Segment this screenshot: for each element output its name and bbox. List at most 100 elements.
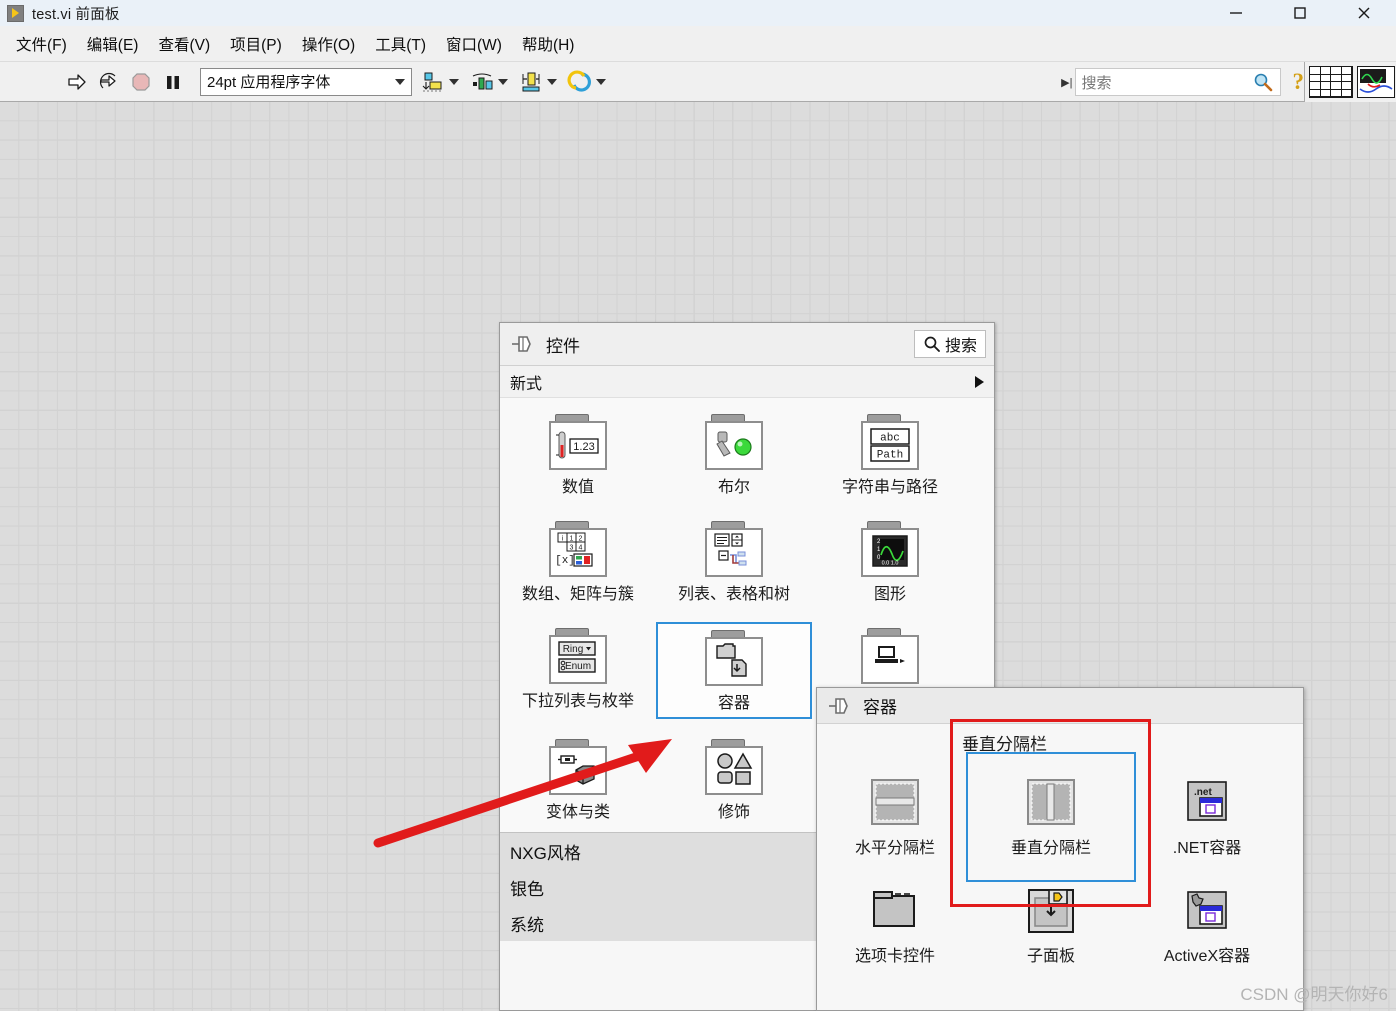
palette-item-numeric[interactable]: 1.23 数值 [500, 408, 656, 501]
subpanel-icon [1028, 889, 1074, 933]
ring-enum-folder-icon: Ring Enum [549, 628, 607, 684]
subpalette-row: 水平分隔栏 垂直分隔栏 .net .NET容器 [817, 768, 1303, 862]
horizontal-splitter-icon [871, 779, 919, 825]
palette-item-label: 布尔 [717, 479, 750, 496]
palette-item-label: 修饰 [717, 804, 750, 821]
chevron-down-icon [498, 78, 508, 85]
vertical-splitter-icon [1027, 779, 1075, 825]
palette-row: 1.23 数值 布尔 abc Path 字符串与路径 [500, 408, 994, 501]
svg-text:1: 1 [570, 536, 574, 543]
palette-item-label: 容器 [717, 695, 750, 712]
menu-view[interactable]: 查看(V) [148, 29, 220, 59]
help-question-icon[interactable]: ? [1293, 69, 1305, 95]
align-objects-button[interactable] [418, 67, 461, 97]
palette-title: 控件 [546, 336, 580, 356]
run-continuously-icon[interactable] [94, 67, 124, 97]
palette-item-decorations[interactable]: 修饰 [656, 733, 812, 826]
subpalette-item-horizontal-splitter[interactable]: 水平分隔栏 [817, 768, 973, 862]
minimize-icon[interactable] [1204, 0, 1268, 26]
window-controls [1204, 0, 1396, 26]
menu-tools[interactable]: 工具(T) [365, 29, 436, 59]
string-path-folder-icon: abc Path [861, 414, 919, 470]
title-bar: test.vi 前面板 [0, 0, 1396, 26]
variant-class-folder-icon [549, 739, 607, 795]
connector-pane-area [1304, 62, 1396, 102]
palette-item-label: 字符串与路径 [841, 479, 938, 496]
palette-item-label: 数值 [561, 479, 594, 496]
chevron-down-icon [596, 78, 606, 85]
subpalette-item-label: 子面板 [1026, 948, 1075, 965]
subpalette-row: 选项卡控件 子面板 ActiveX容器 [817, 880, 1303, 970]
subpalette-item-label: ActiveX容器 [1163, 948, 1251, 965]
palette-item-label: 下拉列表与枚举 [521, 693, 634, 710]
svg-text:1.23: 1.23 [573, 441, 594, 453]
decorations-folder-icon [705, 739, 763, 795]
run-arrow-icon[interactable] [62, 67, 92, 97]
menu-help[interactable]: 帮助(H) [512, 29, 585, 59]
distribute-objects-button[interactable] [467, 67, 510, 97]
svg-text:Ring: Ring [563, 644, 584, 655]
palette-item-boolean[interactable]: 布尔 [656, 408, 812, 501]
palette-category-modern[interactable]: 新式 [500, 366, 994, 398]
palette-item-ring-enum[interactable]: Ring Enum 下拉列表与枚举 [500, 622, 656, 719]
palette-search-label: 搜索 [944, 338, 977, 355]
palette-item-label: 数组、矩阵与簇 [521, 586, 634, 603]
labview-front-panel-window: test.vi 前面板 文件(F) 编辑(E) 查看(V) 项目(P) 操作(O… [0, 0, 1396, 1011]
palette-row: i 1 2 3 4 [x] 数组、矩阵与簇 列表、表格和树 2 1 0 0.0 … [500, 515, 994, 608]
search-input[interactable]: 搜索 [1074, 68, 1281, 96]
vi-icon[interactable] [1357, 66, 1395, 98]
palette-item-variant-class[interactable]: 变体与类 [500, 733, 656, 826]
palette-item-label: 变体与类 [545, 804, 610, 821]
chevron-down-icon [449, 78, 459, 85]
arrow-right-icon [975, 375, 984, 388]
chevron-down-icon [395, 78, 405, 85]
connector-pane-grid[interactable] [1309, 66, 1353, 98]
palette-search-button[interactable]: 搜索 [913, 330, 986, 358]
boolean-folder-icon [705, 414, 763, 470]
menu-file[interactable]: 文件(F) [6, 29, 77, 59]
abort-execution-icon[interactable] [126, 67, 156, 97]
subpalette-icon-grid: 水平分隔栏 垂直分隔栏 .net .NET容器 选项卡控件 子面板 Active… [817, 724, 1303, 974]
palette-item-string-path[interactable]: abc Path 字符串与路径 [812, 408, 968, 501]
palette-category-modern-label: 新式 [510, 375, 543, 393]
subpalette-item-dotnet-container[interactable]: .net .NET容器 [1129, 768, 1285, 862]
menu-project[interactable]: 项目(P) [220, 29, 292, 59]
pin-icon[interactable] [508, 333, 536, 355]
reorder-button[interactable] [565, 67, 608, 97]
containers-subpalette: 容器 水平分隔栏 垂直分隔栏 .net .NET容器 选项卡控件 子面板 Act… [816, 687, 1304, 1011]
graph-folder-icon: 2 1 0 0.0 1.0 [861, 521, 919, 577]
window-title: test.vi 前面板 [32, 6, 120, 23]
palette-item-containers[interactable]: 容器 [656, 622, 812, 719]
containers-folder-icon [705, 630, 763, 686]
subpalette-header: 容器 [817, 688, 1303, 724]
search-expand-handle[interactable]: ▶| [1061, 76, 1072, 89]
palette-item-list-table-tree[interactable]: 列表、表格和树 [656, 515, 812, 608]
resize-objects-button[interactable] [516, 67, 559, 97]
menu-bar: 文件(F) 编辑(E) 查看(V) 项目(P) 操作(O) 工具(T) 窗口(W… [0, 26, 1396, 62]
menu-edit[interactable]: 编辑(E) [77, 29, 149, 59]
palette-item-array-matrix-cluster[interactable]: i 1 2 3 4 [x] 数组、矩阵与簇 [500, 515, 656, 608]
font-selector[interactable]: 24pt 应用程序字体 [200, 67, 412, 96]
subpalette-item-tab-control[interactable]: 选项卡控件 [817, 880, 973, 970]
svg-text:0.0 1.0: 0.0 1.0 [882, 560, 899, 566]
magnifier-icon[interactable] [1252, 71, 1274, 93]
dotnet-container-icon: .net [1187, 781, 1227, 821]
subpalette-item-vertical-splitter[interactable]: 垂直分隔栏 [973, 768, 1129, 862]
font-selector-value: 24pt 应用程序字体 [207, 74, 331, 91]
list-table-tree-folder-icon [705, 521, 763, 577]
menu-window[interactable]: 窗口(W) [436, 29, 512, 59]
subpalette-item-subpanel[interactable]: 子面板 [973, 880, 1129, 970]
svg-text:4: 4 [579, 545, 583, 552]
pause-icon[interactable] [158, 67, 188, 97]
svg-text:Enum: Enum [565, 661, 591, 672]
palette-item-graph[interactable]: 2 1 0 0.0 1.0 图形 [812, 515, 968, 608]
tab-control-icon [873, 891, 915, 927]
pin-icon[interactable] [825, 695, 853, 717]
close-icon[interactable] [1332, 0, 1396, 26]
menu-operate[interactable]: 操作(O) [292, 29, 365, 59]
maximize-icon[interactable] [1268, 0, 1332, 26]
svg-text:Path: Path [877, 449, 903, 461]
subpalette-item-label: 水平分隔栏 [854, 840, 935, 857]
subpalette-item-activex-container[interactable]: ActiveX容器 [1129, 880, 1285, 970]
magnifier-icon [924, 336, 940, 352]
